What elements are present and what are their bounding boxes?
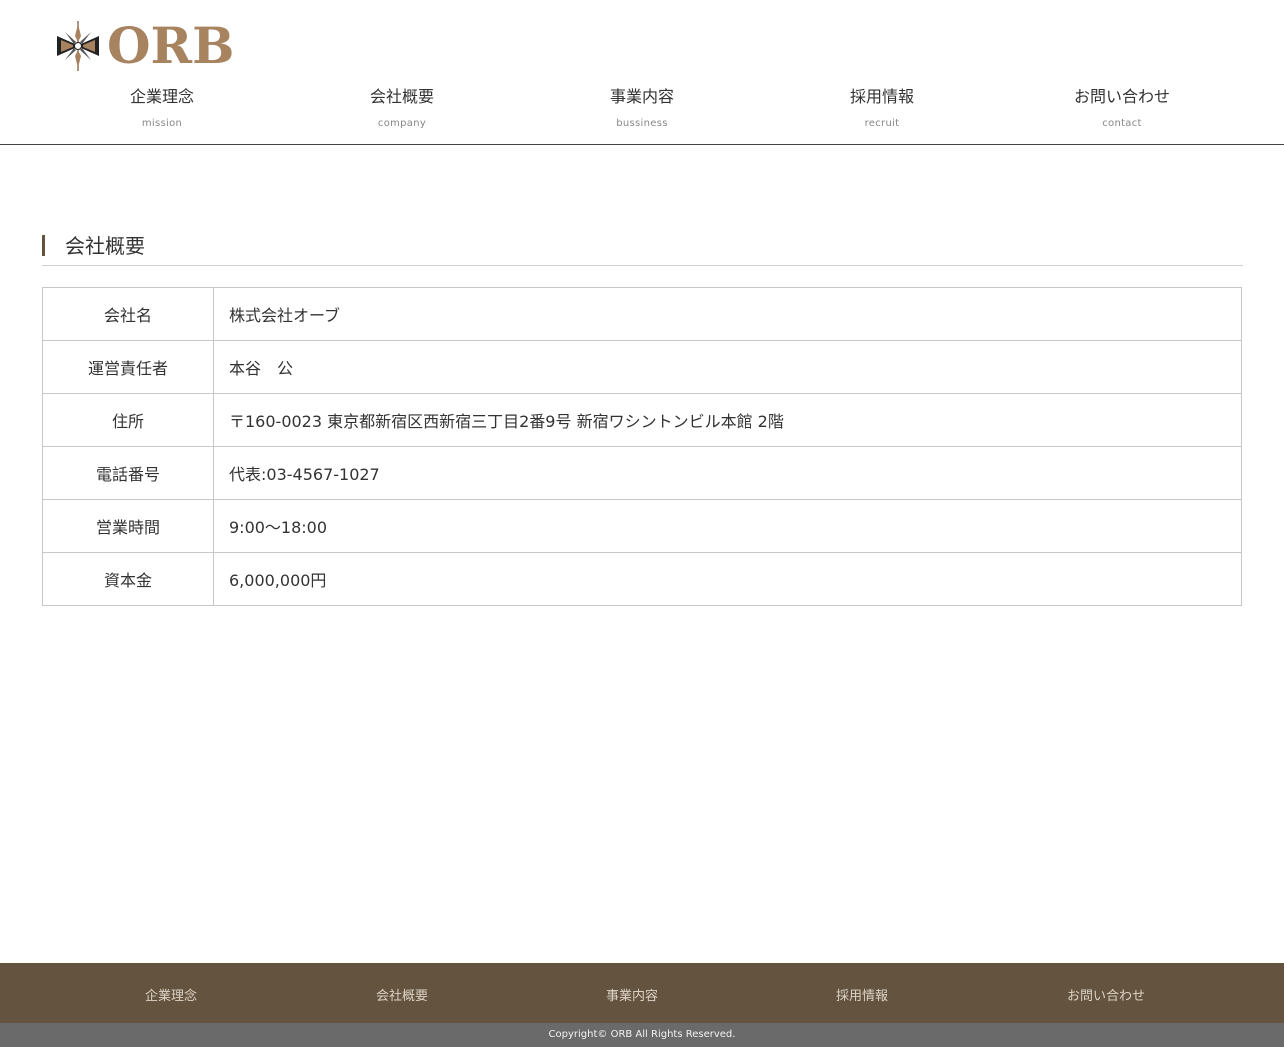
page-title: 会社概要 xyxy=(65,234,145,258)
row-value: 株式会社オーブ xyxy=(213,287,1242,341)
copyright-text: Copyright© ORB All Rights Reserved. xyxy=(548,1029,736,1040)
row-value: 6,000,000円 xyxy=(213,552,1242,606)
row-label: 営業時間 xyxy=(42,499,214,553)
section-heading: 会社概要 xyxy=(42,232,1243,266)
nav-label-jp: 採用情報 xyxy=(849,87,914,106)
nav-label-en: bussiness xyxy=(616,118,668,129)
row-value: 代表:03-4567-1027 xyxy=(213,446,1242,500)
nav-item-mission[interactable]: 企業理念 mission xyxy=(42,85,282,129)
table-row: 営業時間 9:00～18:00 xyxy=(42,499,1242,553)
heading-accent-bar xyxy=(42,235,45,256)
site-header: ORB 企業理念 mission 会社概要 company 事業内容 bussi… xyxy=(0,0,1284,145)
nav-label-en: mission xyxy=(141,118,183,129)
footer-link-company[interactable]: 会社概要 xyxy=(376,985,428,1004)
row-label: 資本金 xyxy=(42,552,214,606)
nav-item-contact[interactable]: お問い合わせ contact xyxy=(1002,85,1242,129)
table-row: 資本金 6,000,000円 xyxy=(42,552,1242,606)
nav-label-jp: お問い合わせ xyxy=(1073,87,1170,106)
footer-nav: 企業理念 会社概要 事業内容 採用情報 お問い合わせ xyxy=(0,963,1284,1023)
row-label: 住所 xyxy=(42,393,214,447)
row-value: 9:00～18:00 xyxy=(213,499,1242,553)
nav-item-company[interactable]: 会社概要 company xyxy=(282,85,522,129)
orb-emblem-icon xyxy=(57,21,99,71)
table-row: 会社名 株式会社オーブ xyxy=(42,287,1242,341)
table-row: 住所 〒160-0023 東京都新宿区西新宿三丁目2番9号 新宿ワシントンビル本… xyxy=(42,393,1242,447)
nav-label-en: contact xyxy=(1102,118,1142,129)
main-nav: 企業理念 mission 会社概要 company 事業内容 bussiness… xyxy=(42,85,1242,129)
nav-item-recruit[interactable]: 採用情報 recruit xyxy=(762,85,1002,129)
copyright-bar: Copyright© ORB All Rights Reserved. xyxy=(0,1023,1284,1047)
nav-label-en: recruit xyxy=(864,118,900,129)
table-row: 運営責任者 本谷 公 xyxy=(42,340,1242,394)
row-label: 会社名 xyxy=(42,287,214,341)
row-label: 電話番号 xyxy=(42,446,214,500)
footer-link-recruit[interactable]: 採用情報 xyxy=(836,985,888,1004)
site-logo[interactable]: ORB xyxy=(55,18,234,74)
row-value: 〒160-0023 東京都新宿区西新宿三丁目2番9号 新宿ワシントンビル本館 2… xyxy=(213,393,1242,447)
footer-link-business[interactable]: 事業内容 xyxy=(606,985,658,1004)
nav-label-jp: 企業理念 xyxy=(129,87,194,106)
nav-item-business[interactable]: 事業内容 bussiness xyxy=(522,85,762,129)
company-info-table: 会社名 株式会社オーブ 運営責任者 本谷 公 住所 〒160-0023 東京都新… xyxy=(42,287,1242,606)
row-value: 本谷 公 xyxy=(213,340,1242,394)
table-row: 電話番号 代表:03-4567-1027 xyxy=(42,446,1242,500)
nav-label-jp: 会社概要 xyxy=(369,87,434,106)
footer-link-mission[interactable]: 企業理念 xyxy=(145,985,197,1004)
nav-label-jp: 事業内容 xyxy=(609,87,674,106)
logo-wordmark: ORB xyxy=(107,16,235,75)
row-label: 運営責任者 xyxy=(42,340,214,394)
footer-link-contact[interactable]: お問い合わせ xyxy=(1067,985,1145,1004)
nav-label-en: company xyxy=(377,118,427,129)
